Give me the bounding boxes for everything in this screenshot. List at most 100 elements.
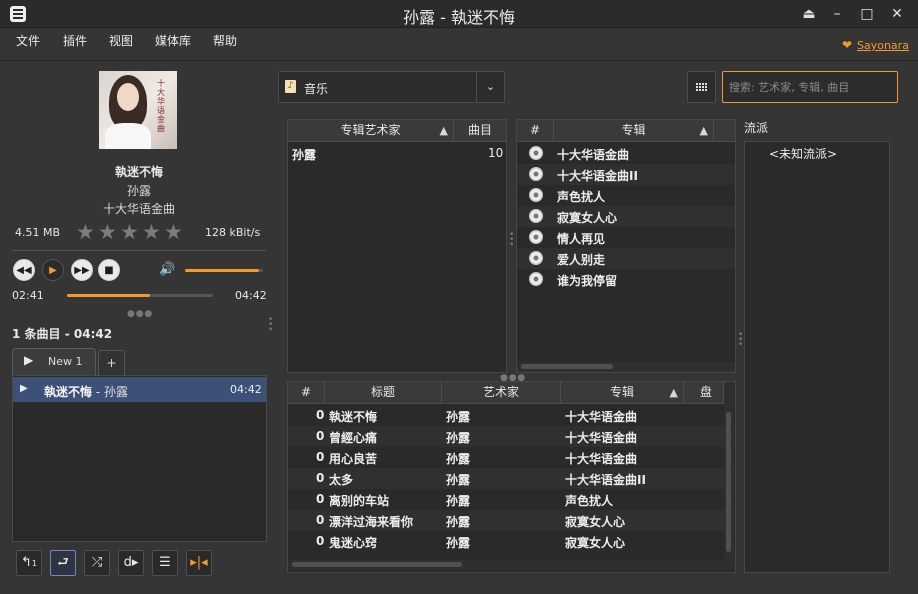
table-row[interactable]: 0 离别的车站 孙露 声色扰人 xyxy=(288,489,735,510)
menu-file[interactable]: 文件 xyxy=(16,32,40,49)
rating-star-icon[interactable]: ★ xyxy=(142,220,161,244)
menu-view[interactable]: 视图 xyxy=(109,32,133,49)
table-row[interactable]: 0 曾經心痛 孙露 十大华语金曲 xyxy=(288,426,735,447)
genre-list[interactable]: <未知流派> xyxy=(744,141,890,573)
column-header-artist[interactable]: 艺术家 xyxy=(442,382,561,404)
cd-icon xyxy=(529,251,543,265)
artist-table[interactable]: 专辑艺术家 ▲ 曲目 孙露 10 xyxy=(287,119,507,373)
close-button[interactable]: ✕ xyxy=(886,4,908,24)
track-artist: 孙露 xyxy=(446,494,471,508)
bitrate: 128 kBit/s xyxy=(205,226,261,239)
track-title: 太多 xyxy=(329,473,354,487)
music-file-icon: ♪ xyxy=(285,80,296,93)
stop-button[interactable]: ■ xyxy=(98,259,120,281)
track-number: 0 xyxy=(316,450,325,464)
album-name: 十大华语金曲 xyxy=(557,148,630,162)
track-artist: 孙露 xyxy=(446,536,471,550)
rating-star-icon[interactable]: ★ xyxy=(120,220,139,244)
table-row[interactable]: 爱人别走 xyxy=(517,248,735,269)
table-row[interactable]: 寂寞女人心 xyxy=(517,206,735,227)
album-table[interactable]: # 专辑 ▲ 十大华语金曲 十大华语金曲II 声色扰人 寂寞女人心 情人再见 爱人… xyxy=(516,119,736,373)
table-row[interactable]: 0 執迷不悔 孙露 十大华语金曲 xyxy=(288,405,735,426)
track-artist: 孙露 xyxy=(446,473,471,487)
shade-window-icon[interactable]: ⏏ xyxy=(798,4,820,24)
track-artist: 孙露 xyxy=(446,410,471,424)
column-header-title[interactable]: 标题 xyxy=(325,382,442,404)
previous-button[interactable]: ◀◀ xyxy=(13,259,35,281)
sayonara-link[interactable]: Sayonara xyxy=(857,39,909,52)
time-total: 04:42 xyxy=(235,289,267,302)
rating-star-icon[interactable]: ★ xyxy=(164,220,183,244)
menu-plugins[interactable]: 插件 xyxy=(63,32,87,49)
table-row[interactable]: 0 用心良苦 孙露 十大华语金曲 xyxy=(288,447,735,468)
sort-asc-icon: ▲ xyxy=(669,386,678,399)
file-size: 4.51 MB xyxy=(15,226,61,239)
maximize-button[interactable]: □ xyxy=(856,4,878,24)
column-header-album-artist[interactable]: 专辑艺术家 ▲ xyxy=(288,120,454,142)
list-item[interactable]: <未知流派> xyxy=(769,145,837,162)
grid-view-button[interactable] xyxy=(687,71,716,103)
track-number: 0 xyxy=(316,429,325,443)
table-row[interactable]: 0 漂洋过海来看你 孙露 寂寞女人心 xyxy=(288,510,735,531)
gapless-icon[interactable]: ▸|◂ xyxy=(186,550,212,576)
table-row[interactable]: 十大华语金曲II xyxy=(517,164,735,185)
current-track-artist: 孙露 xyxy=(126,184,151,198)
search-input[interactable] xyxy=(722,71,898,103)
table-row[interactable]: 0 鬼迷心窍 孙露 寂寞女人心 xyxy=(288,531,735,552)
splitter-handle[interactable]: • • • xyxy=(268,316,273,335)
play-icon: ▶ xyxy=(24,353,34,367)
genre-label: 流派 xyxy=(744,121,769,135)
track-album: 十大华语金曲 xyxy=(565,431,638,445)
column-header-number[interactable]: # xyxy=(288,382,325,404)
artist-track-count: 10 xyxy=(488,146,504,160)
library-selector-label: 音乐 xyxy=(304,82,329,96)
table-row[interactable]: 0 太多 孙露 十大华语金曲II xyxy=(288,468,735,489)
rating-star-icon[interactable]: ★ xyxy=(76,220,95,244)
vertical-scrollbar[interactable] xyxy=(724,382,734,560)
menu-help[interactable]: 帮助 xyxy=(213,32,237,49)
add-tab-button[interactable]: + xyxy=(98,350,125,375)
horizontal-scrollbar[interactable] xyxy=(517,362,735,372)
tracks-table[interactable]: # 标题 艺术家 专辑▲ 盘号 0執迷不悔孙露十大华语金曲 0曾經心痛孙露十大华… xyxy=(287,381,736,573)
track-album: 十大华语金曲 xyxy=(565,410,638,424)
track-title: 离别的车站 xyxy=(329,494,390,508)
splitter-handle[interactable]: • • • xyxy=(738,331,743,350)
album-name: 情人再见 xyxy=(557,232,606,246)
divider xyxy=(12,250,266,251)
table-row[interactable]: 孙露 10 xyxy=(288,143,506,164)
column-header-disc[interactable]: 盘号 xyxy=(684,382,724,404)
column-header-number[interactable]: # xyxy=(517,120,554,142)
splitter-handle[interactable]: ● ● ● xyxy=(127,309,152,319)
heart-icon: ❤ xyxy=(842,38,853,52)
table-row[interactable]: 声色扰人 xyxy=(517,185,735,206)
table-row[interactable]: 情人再见 xyxy=(517,227,735,248)
window-title: 孙露 - 執迷不悔 xyxy=(403,8,515,27)
minimize-button[interactable]: – xyxy=(826,4,848,24)
current-track-album: 十大华语金曲 xyxy=(102,202,175,216)
chevron-down-icon[interactable]: ⌄ xyxy=(476,72,504,102)
repeat-all-icon[interactable]: ⮐ xyxy=(50,550,76,576)
table-row[interactable]: 谁为我停留 xyxy=(517,269,735,290)
repeat-one-icon[interactable]: ↰1 xyxy=(16,550,42,576)
column-header-extra[interactable] xyxy=(714,120,735,142)
album-name: 声色扰人 xyxy=(557,190,606,204)
column-header-album[interactable]: 专辑 ▲ xyxy=(554,120,714,142)
album-cover[interactable]: 十大华语金曲 xyxy=(99,71,177,149)
shuffle-icon[interactable]: ⤮ xyxy=(84,550,110,576)
volume-icon[interactable]: 🔊 xyxy=(159,262,175,277)
menu-library[interactable]: 媒体库 xyxy=(155,32,191,49)
cd-icon xyxy=(529,209,543,223)
dynamic-playback-icon[interactable]: d▸ xyxy=(118,550,144,576)
append-mode-icon[interactable]: ☰ xyxy=(152,550,178,576)
splitter-handle[interactable]: • • • xyxy=(509,231,514,250)
column-header-album[interactable]: 专辑 ▲ xyxy=(561,382,684,404)
horizontal-scrollbar[interactable] xyxy=(288,560,735,570)
table-row[interactable]: 十大华语金曲 xyxy=(517,143,735,164)
play-button[interactable]: ▶ xyxy=(42,259,64,281)
time-current: 02:41 xyxy=(12,289,44,302)
next-button[interactable]: ▶▶ xyxy=(71,259,93,281)
rating-star-icon[interactable]: ★ xyxy=(98,220,117,244)
playlist-item-time: 04:42 xyxy=(230,383,262,396)
column-header-tracks[interactable]: 曲目 xyxy=(454,120,506,142)
track-title: 曾經心痛 xyxy=(329,431,378,445)
